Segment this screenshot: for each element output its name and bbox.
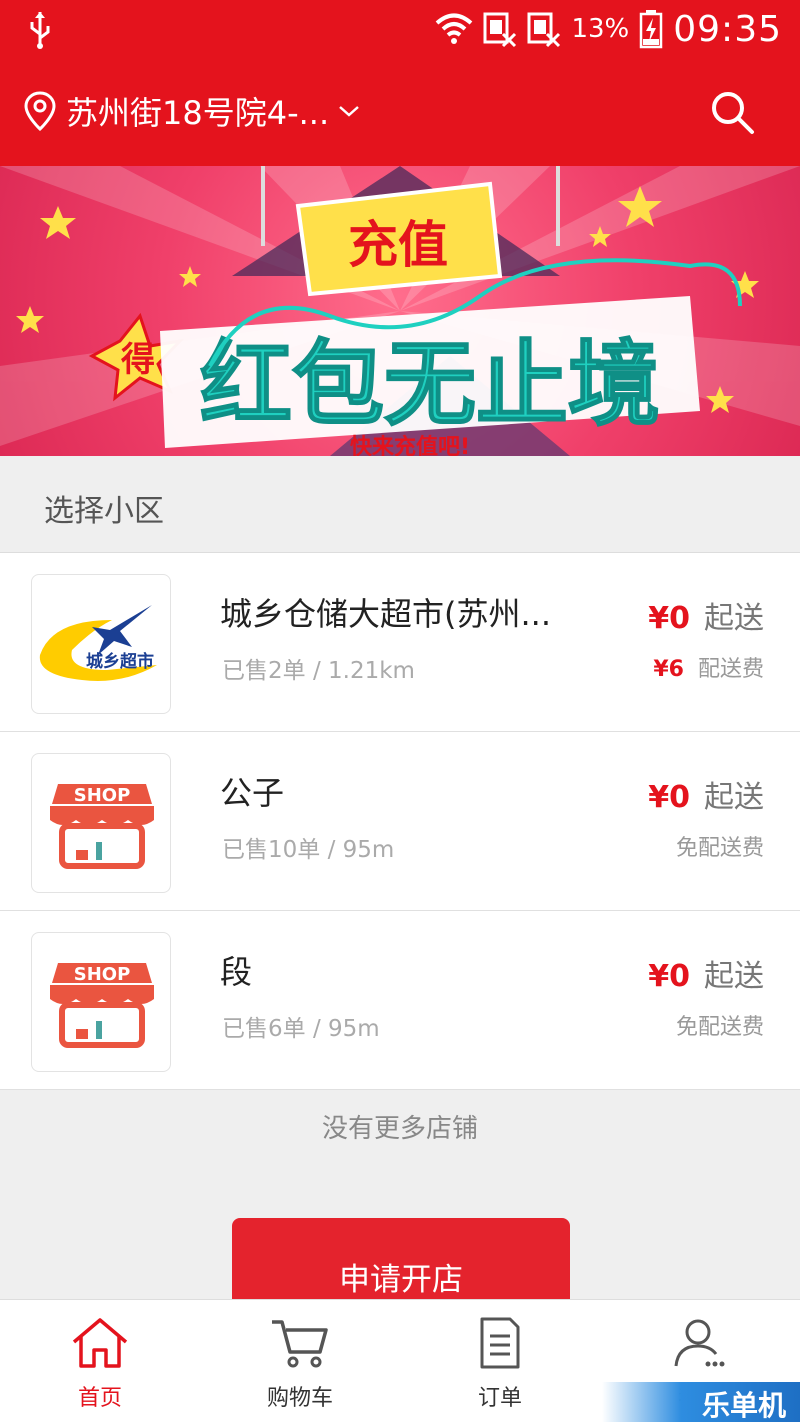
chengxiang-logo-icon: 城乡超市	[39, 605, 157, 681]
store-name: 公子	[220, 774, 285, 812]
store-meta: 已售6单 / 95m	[222, 1016, 380, 1042]
logo-text: SHOP	[74, 964, 131, 985]
delivery-fee: 免配送费	[662, 830, 764, 862]
search-icon[interactable]	[708, 88, 756, 136]
store-item[interactable]: SHOP 公子 已售10单 / 95m ¥0 起送 免配送费	[0, 732, 800, 911]
min-order-price: ¥0	[648, 601, 690, 636]
banner-art: 充值 得 红包无止境 快来充值吧!	[0, 166, 800, 456]
battery-charging-icon	[640, 10, 663, 49]
no-more-stores: 没有更多店铺	[321, 1114, 478, 1144]
min-order: ¥0 起送	[648, 951, 764, 995]
banner-title-main: 红包无止境	[200, 331, 660, 438]
chevron-down-icon	[339, 106, 359, 117]
tab-label: 首页	[77, 1386, 122, 1411]
banner-title-top: 充值	[348, 216, 448, 274]
watermark: 乐单机	[602, 1382, 800, 1422]
delivery-fee-price: ¥6	[653, 657, 684, 682]
store-logo: SHOP	[31, 753, 171, 893]
store-meta: 已售10单 / 95m	[222, 837, 395, 863]
delivery-fee: ¥6 配送费	[653, 651, 764, 683]
order-icon	[480, 1317, 520, 1369]
watermark-text: 乐单机	[701, 1389, 786, 1422]
wifi-icon	[436, 13, 473, 44]
home-icon	[72, 1318, 128, 1368]
min-order-price: ¥0	[648, 780, 690, 815]
tab-cart[interactable]: 购物车	[200, 1300, 400, 1422]
store-name: 城乡仓储大超市(苏州...	[220, 595, 552, 633]
tab-label: 订单	[477, 1386, 522, 1411]
delivery-fee-label: 配送费	[697, 657, 764, 682]
store-logo: 城乡超市	[31, 574, 171, 714]
battery-percent: 13%	[571, 14, 630, 44]
location-address: 苏州街18号院4-...	[66, 94, 330, 132]
logo-text: SHOP	[74, 785, 131, 806]
logo-text: 城乡超市	[86, 651, 154, 672]
tab-home[interactable]: 首页	[0, 1300, 200, 1422]
min-order-label: 起送	[704, 780, 764, 815]
cart-icon	[272, 1320, 328, 1368]
min-order-label: 起送	[704, 601, 764, 636]
store-item[interactable]: 城乡超市 城乡仓储大超市(苏州... 已售2单 / 1.21km ¥0 起送 ¥…	[0, 553, 800, 732]
min-order-price: ¥0	[648, 959, 690, 994]
top-bar: 13% 09:35 苏州街18号院4-...	[0, 0, 800, 166]
clock: 09:35	[673, 8, 782, 50]
location-pin-icon	[24, 91, 56, 132]
shop-logo-icon: SHOP	[50, 784, 154, 869]
status-bar: 13% 09:35	[0, 0, 800, 60]
usb-icon	[30, 12, 50, 49]
sim-off-icon	[483, 12, 517, 48]
store-list: 城乡超市 城乡仓储大超市(苏州... 已售2单 / 1.21km ¥0 起送 ¥…	[0, 553, 800, 1090]
store-logo: SHOP	[31, 932, 171, 1072]
promo-banner[interactable]: 充值 得 红包无止境 快来充值吧!	[0, 166, 800, 456]
min-order-label: 起送	[704, 959, 764, 994]
min-order: ¥0 起送	[648, 772, 764, 816]
tab-orders[interactable]: 订单	[400, 1300, 600, 1422]
sim-off-icon-2	[527, 12, 561, 48]
min-order: ¥0 起送	[648, 593, 764, 637]
banner-tag: 得	[120, 340, 155, 380]
section-title: 选择小区	[44, 494, 164, 529]
user-icon	[674, 1319, 725, 1367]
location-selector[interactable]: 苏州街18号院4-...	[22, 88, 361, 134]
delivery-fee-label: 免配送费	[675, 836, 764, 861]
store-meta: 已售2单 / 1.21km	[222, 658, 415, 684]
banner-subtitle: 快来充值吧!	[350, 434, 470, 456]
delivery-fee-label: 免配送费	[675, 1015, 764, 1040]
section-header: 选择小区	[0, 456, 800, 553]
store-name: 段	[220, 953, 253, 991]
tab-label: 购物车	[266, 1386, 333, 1411]
shop-logo-icon: SHOP	[50, 963, 154, 1048]
delivery-fee: 免配送费	[662, 1009, 764, 1041]
store-item[interactable]: SHOP 段 已售6单 / 95m ¥0 起送 免配送费	[0, 911, 800, 1090]
